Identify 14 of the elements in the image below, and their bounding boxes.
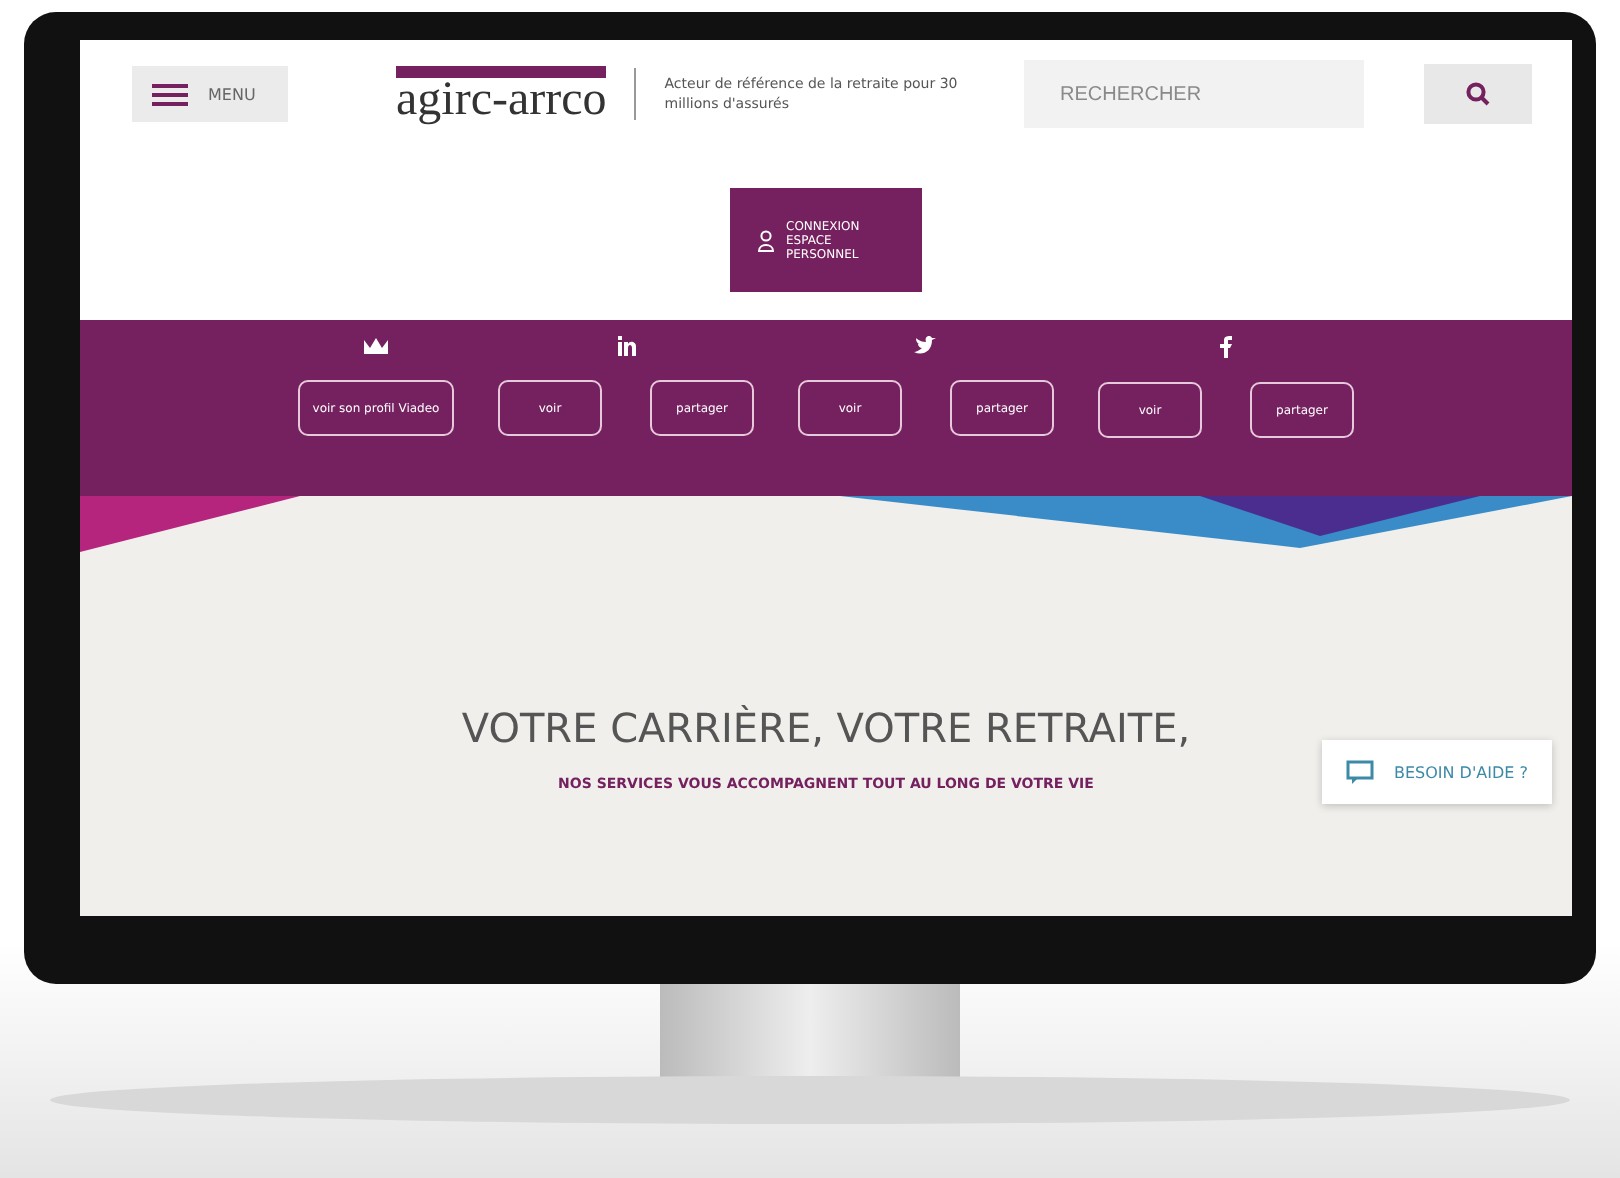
search-icon bbox=[1466, 82, 1490, 106]
menu-icon bbox=[152, 83, 188, 105]
menu-button[interactable]: MENU bbox=[132, 66, 288, 122]
hero-title: VOTRE CARRIÈRE, VOTRE RETRAITE, bbox=[461, 704, 1191, 752]
help-button[interactable]: BESOIN D'AIDE ? bbox=[1322, 740, 1552, 804]
logo: agirc-arrco bbox=[396, 66, 607, 122]
linkedin-icon bbox=[616, 336, 636, 356]
crown-icon bbox=[362, 336, 390, 356]
user-icon bbox=[758, 229, 774, 251]
search-field[interactable]: RECHERCHER bbox=[1024, 60, 1364, 128]
facebook-icon bbox=[1220, 336, 1232, 358]
search-button[interactable] bbox=[1424, 64, 1532, 124]
bird-icon bbox=[914, 336, 938, 356]
chat-icon bbox=[1346, 760, 1374, 784]
